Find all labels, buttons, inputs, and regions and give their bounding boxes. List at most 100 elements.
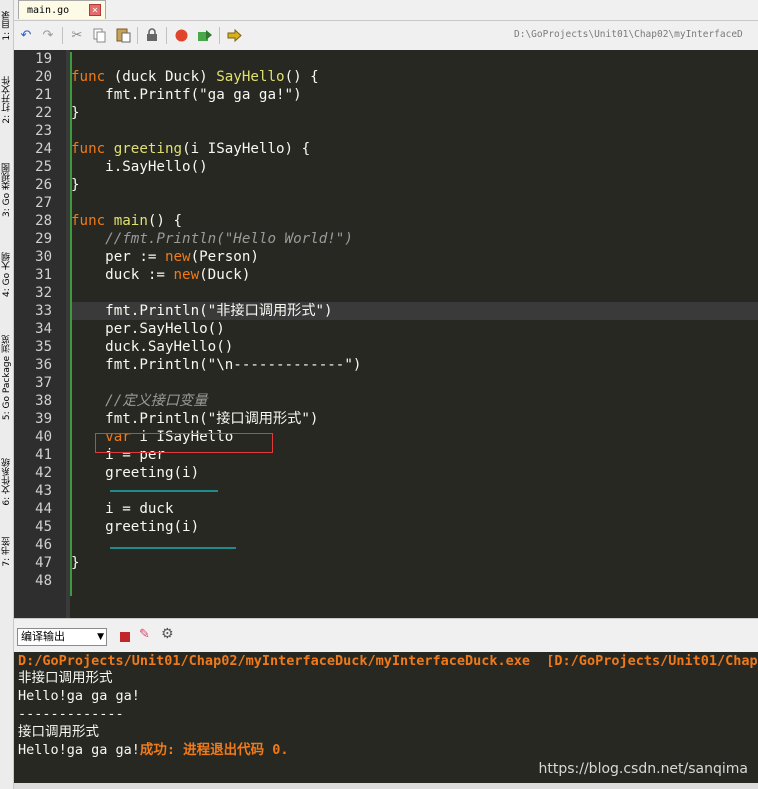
side-tab-file-system[interactable]: 6: 文件系统 bbox=[0, 444, 13, 520]
save-arrow-icon[interactable] bbox=[196, 26, 214, 44]
annotation-box bbox=[95, 433, 273, 453]
line-number: 41 bbox=[35, 447, 52, 463]
line-number: 26 bbox=[35, 177, 52, 193]
line-number: 46 bbox=[35, 537, 52, 553]
code-line: i = duck bbox=[71, 501, 174, 517]
go-forward-icon[interactable] bbox=[225, 26, 243, 44]
side-tab-open-files[interactable]: 2: 打开文件 bbox=[0, 58, 13, 142]
file-tab-label: main.go bbox=[27, 4, 70, 16]
paste-icon[interactable] bbox=[114, 26, 132, 44]
line-number: 20 bbox=[35, 69, 52, 85]
line-number: 38 bbox=[35, 393, 52, 409]
line-number: 32 bbox=[35, 285, 52, 301]
editor-toolbar: ↶ ↷ ✂ D:\GoProjects\Unit01\Chap02\myInte… bbox=[14, 21, 758, 51]
editor-tab-strip: main.go × bbox=[14, 0, 758, 21]
code-line: //fmt.Println("Hello World!") bbox=[105, 231, 353, 247]
line-number: 40 bbox=[35, 429, 52, 445]
output-line: ------------- bbox=[18, 706, 124, 722]
output-line: 非接口调用形式 bbox=[18, 670, 113, 686]
code-line: duck.SayHello() bbox=[71, 339, 234, 355]
output-type-select[interactable]: 编译输出 ▼ bbox=[17, 628, 107, 646]
bottom-scrollbar[interactable] bbox=[14, 783, 758, 789]
file-tab-main-go[interactable]: main.go × bbox=[18, 0, 106, 19]
line-number: 21 bbox=[35, 87, 52, 103]
line-number: 48 bbox=[35, 573, 52, 589]
side-tab-label: 5: Go Package 浏览 bbox=[1, 335, 12, 421]
code-line: fmt.Println("接口调用形式") bbox=[71, 411, 319, 427]
line-number: 43 bbox=[35, 483, 52, 499]
code-line: duck := new(Duck) bbox=[71, 267, 251, 283]
clear-icon[interactable]: ✎ bbox=[139, 627, 150, 642]
output-line: D:/GoProjects/Unit01/Chap02/myInterfaceD… bbox=[18, 653, 758, 669]
undo-icon[interactable]: ↶ bbox=[17, 26, 35, 44]
code-line: greeting(i) bbox=[71, 465, 200, 481]
line-number: 25 bbox=[35, 159, 52, 175]
gear-icon[interactable]: ⚙ bbox=[161, 626, 174, 642]
line-number: 36 bbox=[35, 357, 52, 373]
line-number: 35 bbox=[35, 339, 52, 355]
line-number: 39 bbox=[35, 411, 52, 427]
output-line: 接口调用形式 bbox=[18, 724, 99, 740]
output-line-last: Hello!ga ga ga!成功: 进程退出代码 0. bbox=[18, 741, 289, 759]
line-number: 34 bbox=[35, 321, 52, 337]
success-text: 成功: 进程退出代码 0. bbox=[139, 742, 289, 758]
code-line: i.SayHello() bbox=[71, 159, 208, 175]
code-line: fmt.Printf("ga ga ga!") bbox=[71, 87, 302, 103]
side-tab-directory[interactable]: 1: 目录 bbox=[0, 0, 13, 52]
breakpoint-icon[interactable] bbox=[172, 26, 190, 44]
side-tab-bookmarks[interactable]: 7: 书签 bbox=[0, 524, 13, 580]
line-number: 37 bbox=[35, 375, 52, 391]
toolbar-separator bbox=[219, 27, 220, 44]
line-number: 19 bbox=[35, 51, 52, 67]
side-tab-label: 6: 文件系统 bbox=[1, 458, 12, 506]
side-tab-go-class-view[interactable]: 3: Go 类视图 bbox=[0, 148, 13, 232]
close-icon[interactable]: × bbox=[89, 4, 101, 16]
code-line: //定义接口变量 bbox=[105, 393, 208, 409]
code-editor[interactable]: 19 20 func (duck Duck) SayHello() { 21 fmt.… bbox=[14, 50, 758, 618]
code-line: func main() { bbox=[71, 213, 183, 229]
line-number: 29 bbox=[35, 231, 52, 247]
code-line: per.SayHello() bbox=[71, 321, 225, 337]
toolbar-separator bbox=[137, 27, 138, 44]
line-number: 45 bbox=[35, 519, 52, 535]
toolbar-separator bbox=[166, 27, 167, 44]
code-line: greeting(i) bbox=[71, 519, 200, 535]
underline-annotation bbox=[110, 490, 218, 492]
line-number: 28 bbox=[35, 213, 52, 229]
line-number: 47 bbox=[35, 555, 52, 571]
build-output-panel[interactable]: D:/GoProjects/Unit01/Chap02/myInterfaceD… bbox=[14, 652, 758, 783]
side-tab-go-package-browser[interactable]: 5: Go Package 浏览 bbox=[0, 316, 13, 440]
code-line: fmt.Println("非接口调用形式") bbox=[71, 303, 333, 319]
cut-icon[interactable]: ✂ bbox=[68, 26, 86, 44]
line-number: 22 bbox=[35, 105, 52, 121]
side-tab-label: 1: 目录 bbox=[1, 11, 12, 41]
side-tab-label: 2: 打开文件 bbox=[1, 76, 12, 124]
redo-icon[interactable]: ↷ bbox=[39, 26, 57, 44]
side-tab-go-outline[interactable]: 4: Go 大纲 bbox=[0, 238, 13, 310]
toolbar-separator bbox=[62, 27, 63, 44]
code-line: func greeting(i ISayHello) { bbox=[71, 141, 311, 157]
copy-icon[interactable] bbox=[91, 26, 109, 44]
code-line: per := new(Person) bbox=[71, 249, 259, 265]
underline-annotation bbox=[110, 547, 236, 549]
line-number: 23 bbox=[35, 123, 52, 139]
watermark: https://blog.csdn.net/sanqima bbox=[538, 761, 749, 777]
line-number: 42 bbox=[35, 465, 52, 481]
line-number: 31 bbox=[35, 267, 52, 283]
code-line: } bbox=[71, 555, 80, 571]
side-tab-label: 4: Go 大纲 bbox=[1, 251, 12, 297]
code-line: func (duck Duck) SayHello() { bbox=[71, 69, 319, 85]
stop-icon[interactable] bbox=[120, 632, 130, 642]
file-path-label: D:\GoProjects\Unit01\Chap02\myInterfaceD bbox=[514, 29, 743, 40]
side-tab-label: 3: Go 类视图 bbox=[1, 163, 12, 217]
output-line: Hello!ga ga ga! bbox=[18, 688, 140, 704]
code-line: fmt.Println("\n-------------") bbox=[71, 357, 362, 373]
side-tab-label: 7: 书签 bbox=[1, 537, 12, 567]
output-text: Hello!ga ga ga! bbox=[18, 742, 140, 758]
line-number: 27 bbox=[35, 195, 52, 211]
output-type-value: 编译输出 bbox=[21, 630, 65, 643]
line-number: 33 bbox=[35, 303, 52, 319]
line-number: 24 bbox=[35, 141, 52, 157]
lock-icon[interactable] bbox=[143, 26, 161, 44]
code-line: } bbox=[71, 105, 80, 121]
